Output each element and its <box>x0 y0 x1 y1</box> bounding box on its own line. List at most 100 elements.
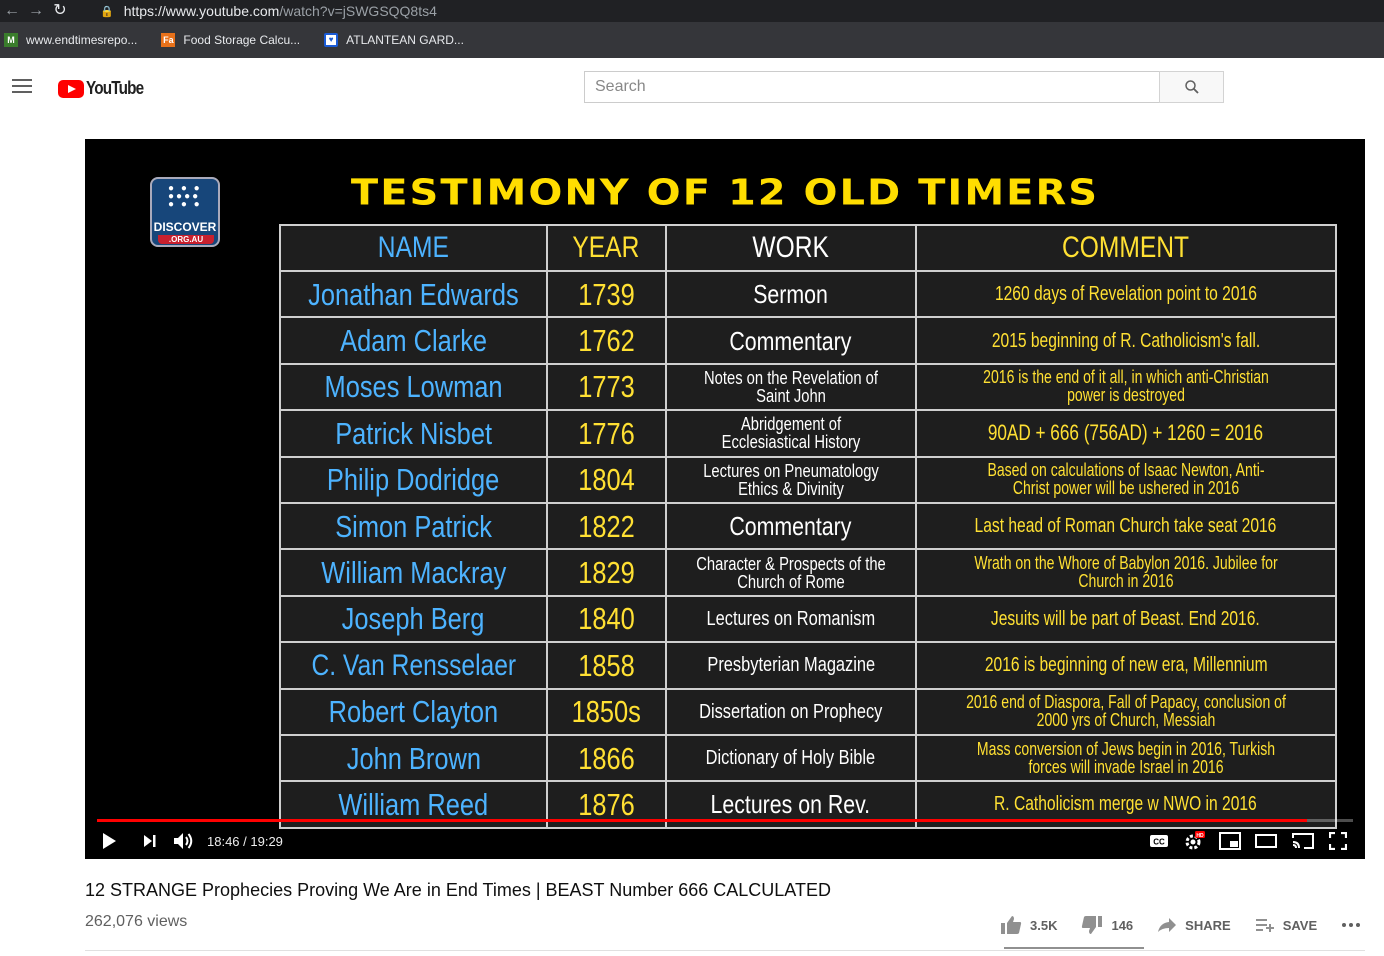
table-row: William Mackray 1829 Character & Prospec… <box>279 548 1337 597</box>
like-button[interactable]: 3.5K <box>1000 915 1057 935</box>
fullscreen-icon[interactable] <box>1329 832 1347 850</box>
search-icon <box>1184 80 1199 94</box>
table-row: Patrick Nisbet 1776 Abridgement of Eccle… <box>279 409 1337 458</box>
save-button[interactable]: SAVE <box>1255 917 1317 933</box>
dislike-button[interactable]: 146 <box>1081 915 1133 935</box>
cell-work: Abridgement of Ecclesiastical History <box>664 409 917 458</box>
address-bar[interactable]: 🔒 https://www.youtube.com/watch?v=jSWGSQ… <box>100 0 437 22</box>
like-count: 3.5K <box>1030 917 1058 933</box>
bookmark-label: ATLANTEAN GARD... <box>346 33 464 47</box>
cell-work: Character & Prospects of the Church of R… <box>664 548 917 597</box>
shield-heart-favicon-icon: ♥ <box>324 33 339 47</box>
cell-year: 1762 <box>545 316 667 365</box>
cell-comment: Jesuits will be part of Beast. End 2016. <box>914 594 1337 644</box>
bookmark-label: Food Storage Calcu... <box>183 33 301 47</box>
cell-year: 1739 <box>545 269 667 319</box>
cell-comment: 2015 beginning of R. Catholicism's fall. <box>914 316 1337 365</box>
cell-work: Dissertation on Prophecy <box>664 687 917 736</box>
video-title: 12 STRANGE Prophecies Proving We Are in … <box>85 880 831 900</box>
progress-bar-fill <box>97 819 1307 822</box>
forward-arrow-icon[interactable]: → <box>24 0 48 22</box>
back-arrow-icon[interactable]: ← <box>0 0 24 22</box>
svg-text:CC: CC <box>1153 838 1165 847</box>
reload-icon[interactable]: ↻ <box>48 0 72 22</box>
share-arrow-icon <box>1158 918 1177 932</box>
table-row: John Brown 1866 Dictionary of Holy Bible… <box>279 733 1337 783</box>
endtimes-favicon-icon: M <box>4 33 18 47</box>
table-header-row: NAME YEAR WORK COMMENT <box>279 224 1337 272</box>
playlist-add-icon <box>1255 919 1274 932</box>
play-icon <box>103 833 116 849</box>
next-icon <box>144 835 156 847</box>
cell-work: Sermon <box>664 269 917 319</box>
cell-name: Joseph Berg <box>279 594 548 644</box>
cell-comment: 1260 days of Revelation point to 2016 <box>914 269 1337 319</box>
captions-icon[interactable]: CC <box>1149 834 1169 848</box>
cell-work: Lectures on Romanism <box>664 594 917 644</box>
svg-text:HD: HD <box>1196 833 1204 839</box>
testimony-table: NAME YEAR WORK COMMENT Jonathan Edwards … <box>279 224 1337 829</box>
theater-mode-icon[interactable] <box>1255 833 1277 849</box>
youtube-logo[interactable]: YouTube <box>58 78 153 99</box>
cell-year: 1850s <box>545 687 667 736</box>
cell-comment: 2016 end of Diaspora, Fall of Papacy, co… <box>914 687 1337 736</box>
cell-work: Commentary <box>664 316 917 365</box>
cell-year: 1822 <box>545 501 667 551</box>
cell-name: Robert Clayton <box>279 687 548 736</box>
cell-comment: 2016 is beginning of new era, Millennium <box>914 641 1337 690</box>
cell-year: 1804 <box>545 455 667 504</box>
divider <box>85 950 1365 951</box>
bookmark-label: www.endtimesrepo... <box>26 33 138 47</box>
discover-channel-logo: ● ● ● ●●●● ● ● ● DISCOVER .ORG.AU <box>150 177 220 247</box>
cell-name: John Brown <box>279 733 548 783</box>
table-row: Philip Dodridge 1804 Lectures on Pneumat… <box>279 455 1337 504</box>
search-button[interactable] <box>1159 71 1224 103</box>
hamburger-menu-icon[interactable] <box>12 79 32 95</box>
cell-name: William Mackray <box>279 548 548 597</box>
youtube-header: YouTube <box>0 58 1384 116</box>
share-button[interactable]: SHARE <box>1157 917 1231 933</box>
bookmark-endtimes[interactable]: M www.endtimesrepo... <box>0 33 137 47</box>
share-label: SHARE <box>1185 917 1231 933</box>
cell-work: Notes on the Revelation of Saint John <box>664 362 917 412</box>
video-actions: 3.5K 146 SHARE SAVE <box>1000 913 1384 937</box>
browser-toolbar: ← → ↻ 🔒 https://www.youtube.com/watch?v=… <box>0 0 1384 22</box>
miniplayer-icon[interactable] <box>1219 832 1241 850</box>
cell-comment: Last head of Roman Church take seat 2016 <box>914 501 1337 551</box>
like-ratio-bar <box>1004 947 1144 949</box>
video-player[interactable]: ● ● ● ●●●● ● ● ● DISCOVER .ORG.AU TESTIMON… <box>85 139 1365 859</box>
cell-work: Lectures on Pneumatology Ethics & Divini… <box>664 455 917 504</box>
cell-comment: 2016 is the end of it all, in which anti… <box>914 362 1337 412</box>
lock-icon: 🔒 <box>100 5 114 18</box>
bookmark-atlantean[interactable]: ♥ ATLANTEAN GARD... <box>320 33 464 47</box>
table-row: Adam Clarke 1762 Commentary 2015 beginni… <box>279 316 1337 365</box>
cast-icon[interactable] <box>1291 831 1315 851</box>
table-row: Simon Patrick 1822 Commentary Last head … <box>279 501 1337 551</box>
more-horizontal-icon <box>1342 923 1361 927</box>
volume-button[interactable] <box>167 823 201 859</box>
cell-name: Moses Lowman <box>279 362 548 412</box>
url-path: /watch?v=jSWGSQQ8ts4 <box>279 3 437 19</box>
more-actions-button[interactable] <box>1341 922 1369 928</box>
header-comment: COMMENT <box>914 224 1337 272</box>
progress-bar[interactable] <box>97 819 1353 822</box>
settings-gear-icon[interactable]: HD <box>1183 830 1205 852</box>
cell-year: 1776 <box>545 409 667 458</box>
cell-name: Patrick Nisbet <box>279 409 548 458</box>
cell-name: Simon Patrick <box>279 501 548 551</box>
next-button[interactable] <box>133 823 167 859</box>
play-button[interactable] <box>85 823 133 859</box>
player-controls: 18:46 / 19:29 CC HD <box>85 823 1365 859</box>
player-right-controls: CC HD <box>1149 823 1347 859</box>
header-year: YEAR <box>545 224 667 272</box>
table-row: C. Van Rensselaer 1858 Presbyterian Maga… <box>279 641 1337 690</box>
table-row: Moses Lowman 1773 Notes on the Revelatio… <box>279 362 1337 412</box>
youtube-logo-text: YouTube <box>86 78 144 98</box>
header-name: NAME <box>279 224 548 272</box>
bookmark-food-storage[interactable]: Fa Food Storage Calcu... <box>157 33 300 47</box>
cell-comment: Wrath on the Whore of Babylon 2016. Jubi… <box>914 548 1337 597</box>
header-work: WORK <box>664 224 917 272</box>
thumbs-down-icon <box>1082 916 1103 934</box>
search-input[interactable] <box>584 71 1159 103</box>
search-box <box>584 71 1224 103</box>
